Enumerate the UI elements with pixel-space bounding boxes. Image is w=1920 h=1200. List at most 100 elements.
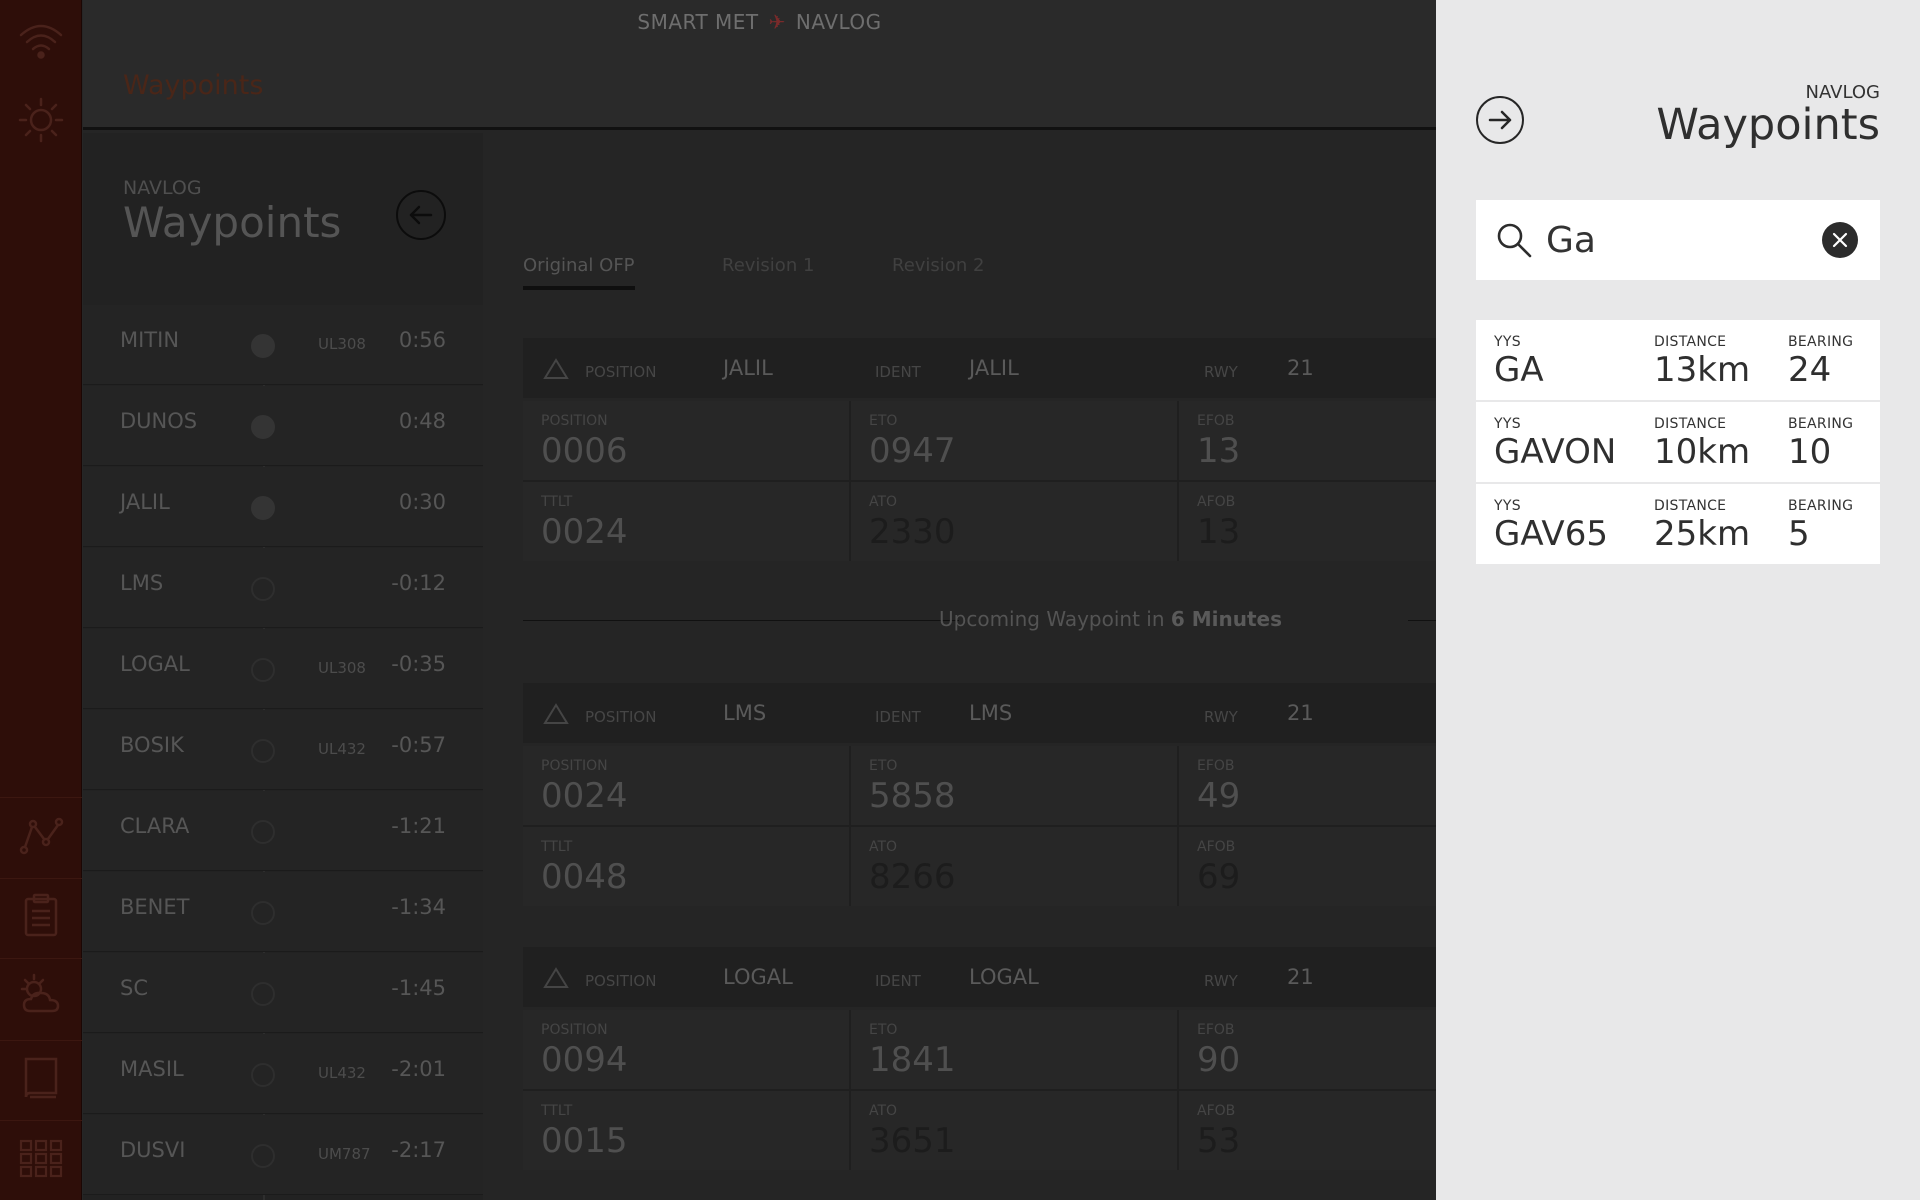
result-distance: 13km [1654,350,1751,390]
timeline-dot [251,334,275,358]
timeline-dot [251,982,275,1006]
result-bearing-label: BEARING [1788,334,1854,350]
ttlt-cell: TTLT 0015 [541,1103,628,1161]
arrow-left-icon [409,205,433,225]
waypoint-name: MASIL [120,1057,184,1081]
waypoint-row[interactable]: MITIN UL308 0:56 [83,305,483,385]
page-heading: Waypoints [123,70,264,101]
warning-triangle-icon [543,358,569,379]
waypoint-row[interactable]: BOSIK UL432 -0:57 [83,710,483,790]
wifi-icon[interactable] [16,15,66,65]
position-label: POSITION [585,363,657,381]
result-bearing-label: BEARING [1788,498,1854,514]
sun-icon[interactable] [16,95,66,145]
waypoint-time: -0:57 [391,733,446,757]
position-label: POSITION [585,708,657,726]
rwy-label: RWY [1204,972,1238,990]
waypoint-time: -2:17 [391,1138,446,1162]
waypoint-time: -1:45 [391,976,446,1000]
waypoint-row[interactable]: CLARA -1:21 [83,791,483,871]
result-distance: 10km [1654,432,1751,472]
route-icon[interactable] [16,810,66,860]
rwy-value: 21 [1287,356,1314,380]
waypoint-airway: UM787 [318,1145,371,1163]
clear-search-button[interactable] [1822,222,1858,258]
warning-triangle-icon [543,967,569,988]
timeline-dot [251,739,275,763]
ttlt-cell: TTLT 0048 [541,839,628,897]
panel-close-button[interactable] [1476,96,1524,144]
search-result-row[interactable]: YYS GAVON DISTANCE 10km BEARING 10 [1476,402,1880,482]
result-name: GAV65 [1494,514,1608,554]
list-navlog-label: NAVLOG [123,177,202,199]
upcoming-text: Upcoming Waypoint in 6 Minutes [939,607,1283,631]
waypoint-name: CLARA [120,814,190,838]
ident-label: IDENT [875,708,921,726]
tab-revision-2[interactable]: Revision 2 [892,255,984,286]
waypoint-row[interactable]: LOGAL UL308 -0:35 [83,629,483,709]
result-bearing: 24 [1788,350,1832,390]
book-icon[interactable] [16,1053,66,1103]
waypoint-time: -1:34 [391,895,446,919]
search-result-row[interactable]: YYS GAV65 DISTANCE 25km BEARING 5 [1476,484,1880,564]
card-body: POSITION 0006 ETO 0947 EFOB 13 TTLT 0024 ATO 2330… [523,401,1436,561]
main-area: SMART MET ✈ NAVLOG Waypoints NAVLOG Waypoi… [83,0,1436,1200]
waypoint-airway: UL308 [318,659,366,677]
timeline-dot [251,901,275,925]
list-back-button[interactable] [396,190,446,240]
ident-value: LOGAL [969,965,1039,989]
waypoint-name: BOSIK [120,733,184,757]
waypoint-airway: UL308 [318,335,366,353]
waypoint-name: BENET [120,895,190,919]
waypoint-name: DUSVI [120,1138,186,1162]
rwy-value: 21 [1287,701,1314,725]
result-bearing-label: BEARING [1788,416,1854,432]
timeline-dot [251,820,275,844]
waypoint-row[interactable]: SC -1:45 [83,953,483,1033]
brand-left: SMART MET [637,10,759,34]
waypoint-name: DUNOS [120,409,198,433]
search-input[interactable] [1546,214,1816,266]
waypoint-airway: UL432 [318,1064,366,1082]
ttlt-cell: TTLT 0024 [541,494,628,552]
eto-cell: ETO 0947 [869,413,956,471]
result-airport: YYS [1494,416,1521,432]
search-result-row[interactable]: YYS GA DISTANCE 13km BEARING 24 [1476,320,1880,400]
timeline-dot [251,1063,275,1087]
weather-icon[interactable] [16,971,66,1021]
ident-label: IDENT [875,363,921,381]
panel-title: Waypoints [1656,100,1880,150]
ato-cell: ATO 2330 [869,494,956,552]
result-airport: YYS [1494,334,1521,350]
card-body: POSITION 0024 ETO 5858 EFOB 49 TTLT 0048 ATO 8266… [523,746,1436,906]
waypoint-row[interactable]: MASIL UL432 -2:01 [83,1034,483,1114]
tab-revision-1[interactable]: Revision 1 [722,255,814,286]
position-value: LOGAL [723,965,793,989]
clipboard-icon[interactable] [16,891,66,941]
position-cell: POSITION 0006 [541,413,628,471]
waypoint-name: LMS [120,571,164,595]
waypoint-row[interactable]: BENET -1:34 [83,872,483,952]
result-bearing: 10 [1788,432,1832,472]
ato-cell: ATO 3651 [869,1103,956,1161]
card-body: POSITION 0094 ETO 1841 EFOB 90 TTLT 0015 ATO 3651… [523,1010,1436,1170]
search-box [1476,200,1880,280]
timeline-dot [251,577,275,601]
result-bearing: 5 [1788,514,1810,554]
card-header: POSITION JALIL IDENT JALIL RWY 21 [523,338,1436,398]
ident-value: JALIL [969,356,1019,380]
waypoint-time: -2:01 [391,1057,446,1081]
search-icon [1494,220,1534,260]
position-label: POSITION [585,972,657,990]
waypoint-row[interactable]: JALIL 0:30 [83,467,483,547]
warning-triangle-icon [543,703,569,724]
apps-grid-icon[interactable] [16,1133,66,1183]
waypoint-row[interactable]: DUSVI UM787 -2:17 [83,1115,483,1195]
timeline-dot [251,658,275,682]
waypoint-time: -0:12 [391,571,446,595]
position-value: LMS [723,701,767,725]
waypoint-row[interactable]: LMS -0:12 [83,548,483,628]
arrow-right-icon [1488,110,1512,130]
tab-original-ofp[interactable]: Original OFP [523,255,635,290]
waypoint-row[interactable]: DUNOS 0:48 [83,386,483,466]
